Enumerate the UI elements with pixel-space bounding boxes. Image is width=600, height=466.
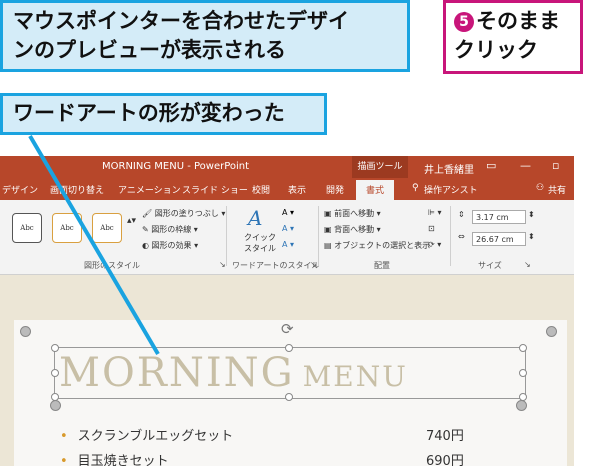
callout-changed-text: ワードアートの形が変わった <box>13 101 285 125</box>
separator <box>450 206 451 266</box>
wordart-textbox[interactable]: MORNING MENU <box>51 344 527 401</box>
resize-handle[interactable] <box>51 393 59 401</box>
menu-item: • 目玉焼きセット <box>60 450 169 466</box>
group-arrange: 配置 <box>374 261 390 270</box>
menu-price: 740円 <box>426 429 464 444</box>
size-dialog-launcher-icon[interactable]: ↘ <box>524 260 531 269</box>
rivet-left <box>20 326 31 337</box>
height-spinner-icon[interactable]: ⬍ <box>528 210 535 219</box>
window-title: MORNING MENU - PowerPoint <box>102 161 250 172</box>
resize-handle[interactable] <box>51 344 59 352</box>
title-bar: MORNING MENU - PowerPoint 描画ツール 井上香緒里 ▭ … <box>0 156 574 178</box>
resize-handle[interactable] <box>285 393 293 401</box>
rotate-icon[interactable]: ⟳ ▾ <box>428 240 441 249</box>
user-name[interactable]: 井上香緒里 <box>424 161 474 176</box>
shape-effect-button[interactable]: ◐ 図形の効果 ▾ <box>142 240 198 251</box>
width-field[interactable]: 26.67 cm <box>472 232 526 246</box>
step-line-2: クリック <box>454 38 538 62</box>
maximize-icon[interactable]: ▫ <box>552 159 559 172</box>
width-icon: ⇔ <box>458 232 465 241</box>
wordart-sub: MENU <box>302 360 408 393</box>
text-effect-icon[interactable]: A ▾ <box>282 240 294 249</box>
rivet-bottom-right <box>516 400 527 411</box>
minimize-icon[interactable]: — <box>520 159 531 172</box>
drawing-tools-label: 描画ツール <box>352 156 408 178</box>
text-outline-icon[interactable]: A ▾ <box>282 224 294 233</box>
tab-developer[interactable]: 開発 <box>326 183 344 196</box>
shape-fill-button[interactable]: 🖌 図形の塗りつぶし ▾ <box>142 208 225 219</box>
tab-share[interactable]: 共有 <box>548 183 566 196</box>
text-fill-icon[interactable]: A ▾ <box>282 208 294 217</box>
ribbon-tabs: デザイン 画面切り替え アニメーション スライド ショー 校閲 表示 開発 書式… <box>0 178 574 201</box>
bullet-icon: • <box>60 454 68 466</box>
shape-style-3[interactable]: Abc <box>92 213 122 243</box>
separator <box>226 206 227 266</box>
tab-design[interactable]: デザイン <box>2 183 38 196</box>
share-icon[interactable]: ⚇ <box>536 183 544 193</box>
shape-style-2[interactable]: Abc <box>52 213 82 243</box>
bring-forward-button[interactable]: ▣ 前面へ移動 ▾ <box>324 208 381 219</box>
callout-step-click: 5 そのまま クリック <box>443 0 583 74</box>
selection-pane-button[interactable]: ▤ オブジェクトの選択と表示 <box>324 240 430 251</box>
callout-line-2: ンのプレビューが表示される <box>13 38 286 62</box>
width-spinner-icon[interactable]: ⬍ <box>528 232 535 241</box>
align-icon[interactable]: ⊫ ▾ <box>428 208 442 217</box>
rivet-right <box>546 326 557 337</box>
tab-tell-me[interactable]: 操作アシスト <box>424 183 478 196</box>
rivet-bottom-left <box>50 400 61 411</box>
group-wordart-styles: ワードアートのスタイル <box>232 261 320 270</box>
menu-price: 690円 <box>426 454 464 466</box>
shape-style-1[interactable]: Abc <box>12 213 42 243</box>
resize-handle[interactable] <box>51 369 59 377</box>
ribbon: Abc Abc Abc ▴▾ 🖌 図形の塗りつぶし ▾ ✎ 図形の枠線 ▾ ◐ … <box>0 200 574 275</box>
separator <box>318 206 319 266</box>
group-size: サイズ <box>478 261 502 270</box>
tab-transitions[interactable]: 画面切り替え <box>50 183 104 196</box>
shape-outline-button[interactable]: ✎ 図形の枠線 ▾ <box>142 224 198 235</box>
resize-handle[interactable] <box>519 344 527 352</box>
resize-handle[interactable] <box>519 393 527 401</box>
height-icon: ⇕ <box>458 210 465 219</box>
group-shape-styles: 図形のスタイル <box>84 261 140 270</box>
group-objects-icon[interactable]: ⊡ <box>428 224 435 233</box>
rotate-handle-icon[interactable]: ⟳ <box>281 320 294 338</box>
dialog-launcher-icon[interactable]: ↘ <box>219 260 226 269</box>
resize-handle[interactable] <box>519 369 527 377</box>
ribbon-display-icon[interactable]: ▭ <box>486 159 496 172</box>
style-scroll-icon[interactable]: ▴▾ <box>127 216 136 226</box>
wordart-main: MORNING <box>59 350 295 396</box>
callout-preview-shown: マウスポインターを合わせたデザイ ンのプレビューが表示される <box>0 0 410 72</box>
powerpoint-window: MORNING MENU - PowerPoint 描画ツール 井上香緒里 ▭ … <box>0 156 574 466</box>
bullet-icon: • <box>60 429 68 444</box>
send-backward-button[interactable]: ▣ 背面へ移動 ▾ <box>324 224 381 235</box>
tab-slideshow[interactable]: スライド ショー <box>182 183 248 196</box>
wordart-text[interactable]: MORNING MENU <box>59 350 408 396</box>
tab-review[interactable]: 校閲 <box>252 183 270 196</box>
tell-me-icon[interactable]: ⚲ <box>412 183 419 193</box>
callout-wordart-changed: ワードアートの形が変わった <box>0 93 327 135</box>
resize-handle[interactable] <box>285 344 293 352</box>
tab-view[interactable]: 表示 <box>288 183 306 196</box>
wordart-dialog-launcher-icon[interactable]: ↘ <box>310 260 317 269</box>
height-field[interactable]: 3.17 cm <box>472 210 526 224</box>
step-line-1: そのまま <box>476 9 560 33</box>
tab-format[interactable]: 書式 <box>356 180 395 201</box>
menu-item: • スクランブルエッグセット <box>60 429 234 444</box>
step-number-badge: 5 <box>454 12 474 32</box>
callout-line-1: マウスポインターを合わせたデザイ <box>13 9 349 33</box>
quick-styles-icon[interactable]: A <box>248 206 262 230</box>
tab-animations[interactable]: アニメーション <box>118 183 181 196</box>
quick-styles-button[interactable]: クイック スタイル <box>244 232 276 254</box>
